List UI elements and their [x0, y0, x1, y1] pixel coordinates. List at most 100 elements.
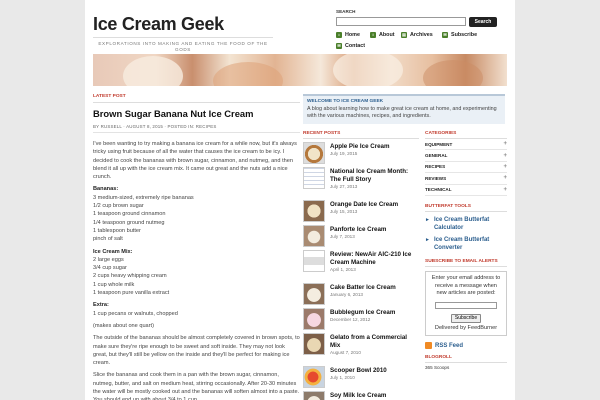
post-body: I've been wanting to try making a banana…	[93, 140, 300, 400]
recent-post-item[interactable]: Review: NewAir AIC-210 Ice Cream Machine…	[303, 250, 419, 276]
post-thumbnail	[303, 225, 325, 247]
post-thumbnail	[303, 250, 325, 272]
recent-post-item[interactable]: Bubblegum Ice Cream December 12, 2012	[303, 308, 419, 334]
category-label: RECIPES	[425, 164, 446, 170]
extra-heading: Extra:	[93, 302, 109, 309]
site-title[interactable]: Ice Cream Geek	[93, 14, 224, 35]
recent-post-item[interactable]: Soy Milk Ice Cream	[303, 391, 419, 400]
category-general[interactable]: GENERAL +	[425, 150, 507, 162]
feedburner-credit[interactable]: Delivered by FeedBurner	[430, 325, 502, 333]
email-instructions: Enter your email address to receive a me…	[431, 274, 501, 297]
header-banner-image	[93, 54, 507, 86]
category-reviews[interactable]: REVIEWS +	[425, 173, 507, 185]
recent-post-item[interactable]: National Ice Cream Month: The Full Story…	[303, 167, 419, 193]
post-thumbnail	[303, 366, 325, 388]
recent-post-title[interactable]: Scooper Bowl 2010	[330, 367, 418, 375]
nav-subscribe-label: Subscribe	[451, 32, 478, 38]
category-label: GENERAL	[425, 153, 448, 159]
recent-post-date: July 1, 2010	[330, 375, 355, 380]
nav-home-label: Home	[345, 32, 360, 38]
recent-post-title[interactable]: Gelato from a Commercial Mix	[330, 334, 418, 349]
recent-post-date: July 27, 2013	[330, 184, 358, 189]
nav-contact[interactable]: ✉ Contact	[336, 43, 365, 49]
recent-post-date: January 6, 2013	[330, 292, 363, 297]
expand-icon[interactable]: +	[503, 153, 507, 159]
recent-post-title[interactable]: Review: NewAir AIC-210 Ice Cream Machine	[330, 251, 418, 266]
post-thumbnail	[303, 308, 325, 330]
post-title[interactable]: Brown Sugar Banana Nut Ice Cream	[93, 108, 300, 119]
info-icon: i	[370, 32, 376, 38]
recent-post-item[interactable]: Scooper Bowl 2010 July 1, 2010	[303, 366, 419, 392]
contact-icon: ✉	[336, 43, 342, 49]
tools-label: BUTTERFAT TOOLS	[425, 204, 507, 212]
nav-about[interactable]: i About	[370, 32, 395, 38]
mix-heading: Ice Cream Mix:	[93, 248, 133, 255]
rss-icon	[425, 342, 432, 350]
list-item: 1 cup whole milk	[93, 281, 135, 288]
recent-post-title[interactable]: National Ice Cream Month: The Full Story	[330, 168, 418, 183]
post-thumbnail	[303, 391, 325, 400]
nav-home[interactable]: ⌂ Home	[336, 32, 360, 38]
nav-about-label: About	[379, 32, 395, 38]
expand-icon[interactable]: +	[503, 164, 507, 170]
welcome-title: WELCOME TO ICE CREAM GEEK	[307, 99, 384, 104]
bananas-heading: Bananas:	[93, 186, 119, 193]
recent-post-title[interactable]: Panforte Ice Cream	[330, 226, 418, 234]
expand-icon[interactable]: +	[503, 187, 507, 193]
recent-post-item[interactable]: Panforte Ice Cream July 7, 2013	[303, 225, 419, 251]
list-item: 1 teaspoon pure vanilla extract	[93, 290, 170, 297]
post-meta: BY RUSSELL · AUGUST 8, 2015 · POSTED IN:…	[93, 124, 300, 133]
right-sidebar: CATEGORIES EQUIPMENT + GENERAL + RECIPES + …	[425, 131, 507, 370]
blogroll-link[interactable]: 365 Scoops	[425, 365, 507, 370]
post-thumbnail	[303, 142, 325, 164]
recent-posts-label: RECENT POSTS	[303, 131, 419, 139]
post-paragraph: Slice the bananas and cook them in a pan…	[93, 372, 300, 400]
post-thumbnail	[303, 333, 325, 355]
recent-post-date: December 12, 2012	[330, 317, 371, 322]
nav-subscribe[interactable]: ✉ Subscribe	[442, 32, 477, 38]
expand-icon[interactable]: +	[503, 175, 507, 181]
rss-label: RSS Feed	[435, 342, 464, 349]
rss-feed-link[interactable]: RSS Feed	[425, 342, 507, 350]
subscribe-button[interactable]: Subscribe	[451, 313, 481, 323]
post-thumbnail	[303, 167, 325, 189]
welcome-text: A blog about learning how to make great …	[307, 106, 497, 120]
recent-post-item[interactable]: Orange Date Ice Cream July 15, 2013	[303, 200, 419, 226]
expand-icon[interactable]: +	[503, 141, 507, 147]
recent-posts: RECENT POSTS Apple Pie Ice Cream July 19…	[303, 131, 419, 400]
recent-post-title[interactable]: Bubblegum Ice Cream	[330, 309, 418, 317]
recent-post-item[interactable]: Cake Batter Ice Cream January 6, 2013	[303, 283, 419, 309]
email-input[interactable]	[435, 301, 497, 309]
recent-post-title[interactable]: Apple Pie Ice Cream	[330, 143, 418, 151]
categories-label: CATEGORIES	[425, 131, 507, 139]
recent-post-item[interactable]: Gelato from a Commercial Mix August 7, 2…	[303, 333, 419, 359]
archive-icon: ▤	[401, 32, 407, 38]
tool-label: Ice Cream Butterfat Calculator	[433, 216, 490, 231]
recent-post-date: July 15, 2013	[330, 209, 358, 214]
latest-post-label: LATEST POST	[93, 94, 300, 103]
site-tagline: Explorations into making and eating the …	[93, 37, 273, 53]
page: Ice Cream Geek Explorations into making …	[85, 0, 515, 400]
tool-link-calculator[interactable]: ► Ice Cream Butterfat Calculator	[425, 216, 507, 232]
list-item: 1/4 teaspoon ground nutmeg	[93, 219, 165, 226]
category-recipes[interactable]: RECIPES +	[425, 162, 507, 174]
category-technical[interactable]: TECHNICAL +	[425, 185, 507, 196]
makes-note: (makes about one quart)	[93, 322, 154, 329]
search-input[interactable]	[336, 17, 466, 26]
search-button[interactable]: Search	[469, 17, 497, 27]
recent-post-title[interactable]: Cake Batter Ice Cream	[330, 284, 418, 292]
recent-post-item[interactable]: Apple Pie Ice Cream July 19, 2015	[303, 142, 419, 168]
list-item: 2 large eggs	[93, 256, 124, 263]
recent-post-title[interactable]: Soy Milk Ice Cream	[330, 392, 418, 400]
tool-link-converter[interactable]: ► Ice Cream Butterfat Converter	[425, 236, 507, 252]
list-item: 1 cup pecans or walnuts, chopped	[93, 310, 178, 317]
category-label: TECHNICAL	[425, 187, 452, 193]
home-icon: ⌂	[336, 32, 342, 38]
search-label: SEARCH	[336, 9, 356, 14]
recent-post-title[interactable]: Orange Date Ice Cream	[330, 201, 418, 209]
category-equipment[interactable]: EQUIPMENT +	[425, 139, 507, 151]
nav-archives[interactable]: ▤ Archives	[401, 32, 433, 38]
post-thumbnail	[303, 283, 325, 305]
email-subscribe-box: Enter your email address to receive a me…	[425, 270, 507, 337]
recent-post-date: April 1, 2013	[330, 267, 356, 272]
